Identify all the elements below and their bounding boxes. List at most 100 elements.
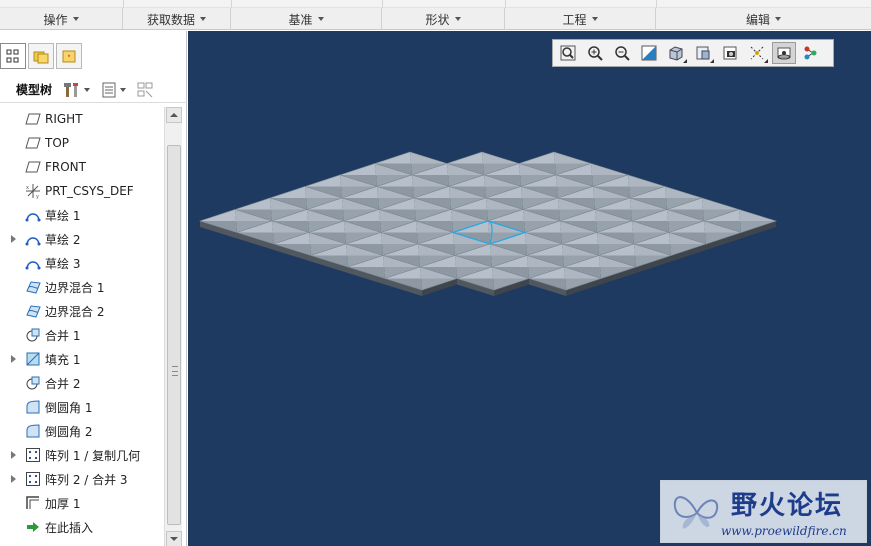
zoom-in-button[interactable] bbox=[583, 42, 607, 64]
model-geometry[interactable] bbox=[188, 31, 871, 546]
csys-icon: xy bbox=[25, 183, 41, 199]
datum-plane-icon bbox=[25, 159, 41, 175]
thicken-icon bbox=[25, 495, 41, 511]
tree-item[interactable]: 在此插入 bbox=[0, 516, 164, 538]
tree-item[interactable]: 倒圆角 2 bbox=[0, 420, 164, 442]
tree-item-label: 加厚 1 bbox=[45, 496, 81, 511]
display-style-button[interactable] bbox=[664, 42, 688, 64]
favorites-icon bbox=[62, 50, 76, 63]
zoom-out-button[interactable] bbox=[610, 42, 634, 64]
tree-settings-button[interactable] bbox=[62, 81, 91, 99]
pattern-icon bbox=[25, 471, 41, 487]
group-editing[interactable]: 编辑 bbox=[656, 8, 871, 30]
model-tree-icon bbox=[6, 49, 19, 63]
tree-item[interactable]: 边界混合 2 bbox=[0, 300, 164, 322]
scroll-up-button[interactable] bbox=[166, 107, 182, 123]
tree-filter-button[interactable] bbox=[136, 81, 154, 99]
merge-icon bbox=[25, 375, 41, 391]
expand-arrow-icon[interactable] bbox=[11, 235, 16, 243]
annotation-display-button[interactable] bbox=[799, 42, 823, 64]
arrow-down-icon bbox=[170, 537, 178, 541]
tree-item-label: RIGHT bbox=[45, 112, 83, 126]
saved-views-button[interactable] bbox=[691, 42, 715, 64]
graphics-viewport[interactable]: 野火论坛 www.proewildfire.cn bbox=[188, 31, 871, 546]
tree-item[interactable]: 加厚 1 bbox=[0, 492, 164, 514]
forum-watermark: 野火论坛 www.proewildfire.cn bbox=[660, 480, 867, 543]
datum-plane-icon bbox=[25, 135, 41, 151]
chevron-down-icon bbox=[120, 87, 127, 92]
spin-center-button[interactable] bbox=[772, 42, 796, 64]
tree-item-label: TOP bbox=[45, 136, 70, 150]
sketch-icon bbox=[25, 231, 41, 247]
tree-item[interactable]: 边界混合 1 bbox=[0, 276, 164, 298]
refit-button[interactable] bbox=[556, 42, 580, 64]
group-shapes[interactable]: 形状 bbox=[382, 8, 505, 30]
zoom-out-icon bbox=[615, 46, 630, 61]
view-manager-icon bbox=[723, 46, 737, 60]
scroll-down-button[interactable] bbox=[166, 531, 182, 546]
tree-scrollbar[interactable] bbox=[164, 107, 182, 546]
tree-item[interactable]: 草绘 3 bbox=[0, 252, 164, 274]
scroll-thumb[interactable] bbox=[167, 145, 181, 525]
group-label: 工程 bbox=[562, 12, 587, 27]
tree-item-label: 阵列 1 / 复制几何 bbox=[45, 448, 141, 463]
datum-display-button[interactable] bbox=[745, 42, 769, 64]
tree-show-button[interactable] bbox=[100, 81, 127, 99]
tree-item[interactable]: TOP bbox=[0, 132, 164, 154]
svg-text:y: y bbox=[36, 194, 39, 199]
repaint-button[interactable] bbox=[637, 42, 661, 64]
sketch-icon bbox=[25, 255, 41, 271]
expand-arrow-icon[interactable] bbox=[11, 475, 16, 483]
tab-model-tree[interactable] bbox=[0, 43, 26, 69]
boundary-blend-icon bbox=[25, 303, 41, 319]
group-label: 基准 bbox=[288, 12, 313, 27]
boundary-blend-icon bbox=[25, 279, 41, 295]
navigator-tabs bbox=[0, 43, 84, 73]
tree-item[interactable]: 倒圆角 1 bbox=[0, 396, 164, 418]
tree-item-label: 边界混合 2 bbox=[45, 304, 105, 319]
tab-folder-browser[interactable] bbox=[28, 43, 54, 69]
svg-text:x: x bbox=[26, 185, 29, 191]
tree-item[interactable]: 阵列 1 / 复制几何 bbox=[0, 444, 164, 466]
navigator-panel: 模型树 RIGHT TOP FRONT x y PRT_CSYS_DEF 草绘 1 草绘 2草… bbox=[0, 31, 187, 546]
expand-arrow-icon[interactable] bbox=[11, 451, 16, 459]
group-get-data[interactable]: 获取数据 bbox=[123, 8, 231, 30]
insert-here-icon bbox=[25, 519, 41, 535]
tree-item[interactable]: RIGHT bbox=[0, 108, 164, 130]
folder-icon bbox=[33, 51, 49, 64]
chevron-down-icon bbox=[200, 17, 206, 21]
repaint-icon bbox=[641, 45, 657, 61]
tree-item-label: PRT_CSYS_DEF bbox=[45, 184, 134, 198]
expand-arrow-icon[interactable] bbox=[11, 355, 16, 363]
view-toolbar bbox=[552, 39, 834, 67]
tree-item[interactable]: 合并 2 bbox=[0, 372, 164, 394]
ribbon-commands-strip bbox=[0, 0, 871, 8]
model-tree: RIGHT TOP FRONT x y PRT_CSYS_DEF 草绘 1 草绘 2 草绘 3边… bbox=[0, 107, 164, 545]
tools-icon bbox=[64, 82, 79, 97]
tree-item[interactable]: 阵列 2 / 合并 3 bbox=[0, 468, 164, 490]
group-engineering[interactable]: 工程 bbox=[505, 8, 656, 30]
tree-item-label: 草绘 3 bbox=[45, 256, 81, 271]
tree-item[interactable]: 草绘 2 bbox=[0, 228, 164, 250]
tree-item[interactable]: x y PRT_CSYS_DEF bbox=[0, 180, 164, 202]
model-tree-title: 模型树 bbox=[16, 83, 53, 97]
watermark-title: 野火论坛 bbox=[731, 491, 844, 521]
merge-icon bbox=[25, 327, 41, 343]
tree-item[interactable]: 填充 1 bbox=[0, 348, 164, 370]
tree-item-label: 在此插入 bbox=[45, 520, 94, 535]
tab-favorites[interactable] bbox=[56, 43, 82, 69]
tree-item-label: 阵列 2 / 合并 3 bbox=[45, 472, 128, 487]
tree-item[interactable]: 草绘 1 bbox=[0, 204, 164, 226]
view-manager-button[interactable] bbox=[718, 42, 742, 64]
tree-item-label: 草绘 1 bbox=[45, 208, 81, 223]
chevron-down-icon bbox=[72, 17, 79, 21]
tree-item-label: 合并 2 bbox=[45, 376, 81, 391]
group-datum[interactable]: 基准 bbox=[231, 8, 382, 30]
group-label: 获取数据 bbox=[146, 12, 195, 27]
tree-item-label: 倒圆角 2 bbox=[45, 424, 93, 439]
tree-item[interactable]: 合并 1 bbox=[0, 324, 164, 346]
group-operations[interactable]: 操作 bbox=[0, 8, 123, 30]
tree-item-label: 边界混合 1 bbox=[45, 280, 105, 295]
chevron-down-icon bbox=[317, 17, 324, 21]
tree-item[interactable]: FRONT bbox=[0, 156, 164, 178]
